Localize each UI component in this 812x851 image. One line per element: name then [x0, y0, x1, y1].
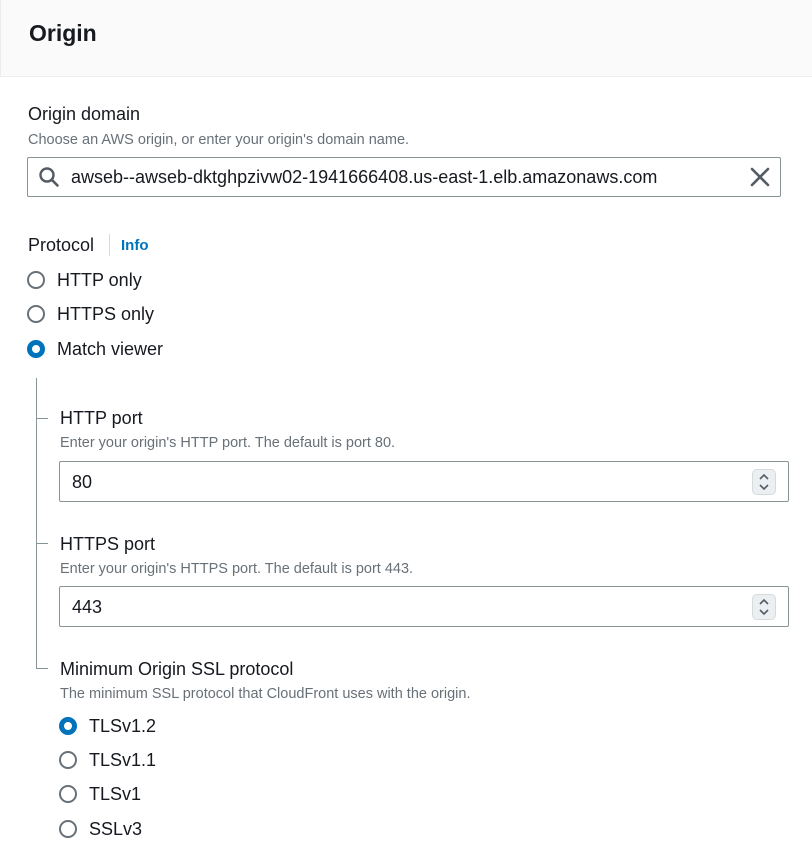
http-port-description: Enter your origin's HTTP port. The defau… [60, 435, 396, 451]
min-ssl-label: Minimum Origin SSL protocol [60, 659, 294, 679]
origin-domain-value: awseb--awseb-dktghpzivw02-1941666408.us-… [71, 167, 658, 187]
http-port-label: HTTP port [60, 408, 143, 428]
https-port-value: 443 [72, 597, 103, 617]
protocol-info-link[interactable]: Info [121, 237, 149, 254]
ssl-option-tlsv1-2[interactable]: TLSv1.2 [59, 714, 156, 738]
http-port-value: 80 [72, 472, 93, 492]
stepper-icon[interactable] [752, 469, 776, 495]
origin-domain-input[interactable]: awseb--awseb-dktghpzivw02-1941666408.us-… [27, 157, 781, 197]
stepper-icon[interactable] [752, 594, 776, 620]
protocol-option-label: HTTP only [57, 269, 142, 290]
radio-http-only[interactable] [27, 271, 45, 289]
protocol-option-http-only[interactable]: HTTP only [27, 268, 142, 292]
tree-connector-http-port [36, 418, 48, 419]
tree-connector-vertical [36, 378, 37, 668]
ssl-option-label: TLSv1.2 [89, 715, 157, 736]
protocol-option-label: Match viewer [57, 338, 164, 359]
search-icon [38, 166, 60, 188]
ssl-option-tlsv1-1[interactable]: TLSv1.1 [59, 748, 156, 772]
origin-domain-label: Origin domain [28, 104, 141, 124]
ssl-option-tlsv1[interactable]: TLSv1 [59, 782, 141, 806]
origin-domain-description: Choose an AWS origin, or enter your orig… [28, 132, 410, 148]
tree-connector-https-port [36, 543, 48, 544]
min-ssl-description: The minimum SSL protocol that CloudFront… [60, 686, 471, 702]
protocol-option-label: HTTPS only [57, 303, 155, 324]
section-header: Origin [0, 0, 812, 77]
info-divider [109, 234, 110, 256]
ssl-option-label: SSLv3 [89, 818, 143, 839]
protocol-option-https-only[interactable]: HTTPS only [27, 302, 154, 326]
tree-connector-min-ssl [36, 668, 48, 669]
https-port-input[interactable]: 443 [59, 586, 789, 627]
ssl-option-label: TLSv1.1 [89, 749, 157, 770]
protocol-label: Protocol [28, 235, 95, 255]
ssl-option-label: TLSv1 [89, 783, 142, 804]
radio-match-viewer[interactable] [27, 340, 45, 358]
radio-tlsv1-2[interactable] [59, 717, 77, 735]
section-title: Origin [29, 20, 97, 46]
radio-tlsv1[interactable] [59, 785, 77, 803]
ssl-option-sslv3[interactable]: SSLv3 [59, 817, 142, 841]
radio-sslv3[interactable] [59, 820, 77, 838]
radio-tlsv1-1[interactable] [59, 751, 77, 769]
protocol-option-match-viewer[interactable]: Match viewer [27, 337, 163, 361]
close-icon[interactable] [748, 165, 772, 189]
radio-https-only[interactable] [27, 305, 45, 323]
http-port-input[interactable]: 80 [59, 461, 789, 502]
https-port-label: HTTPS port [60, 534, 156, 554]
https-port-description: Enter your origin's HTTPS port. The defa… [60, 561, 414, 577]
